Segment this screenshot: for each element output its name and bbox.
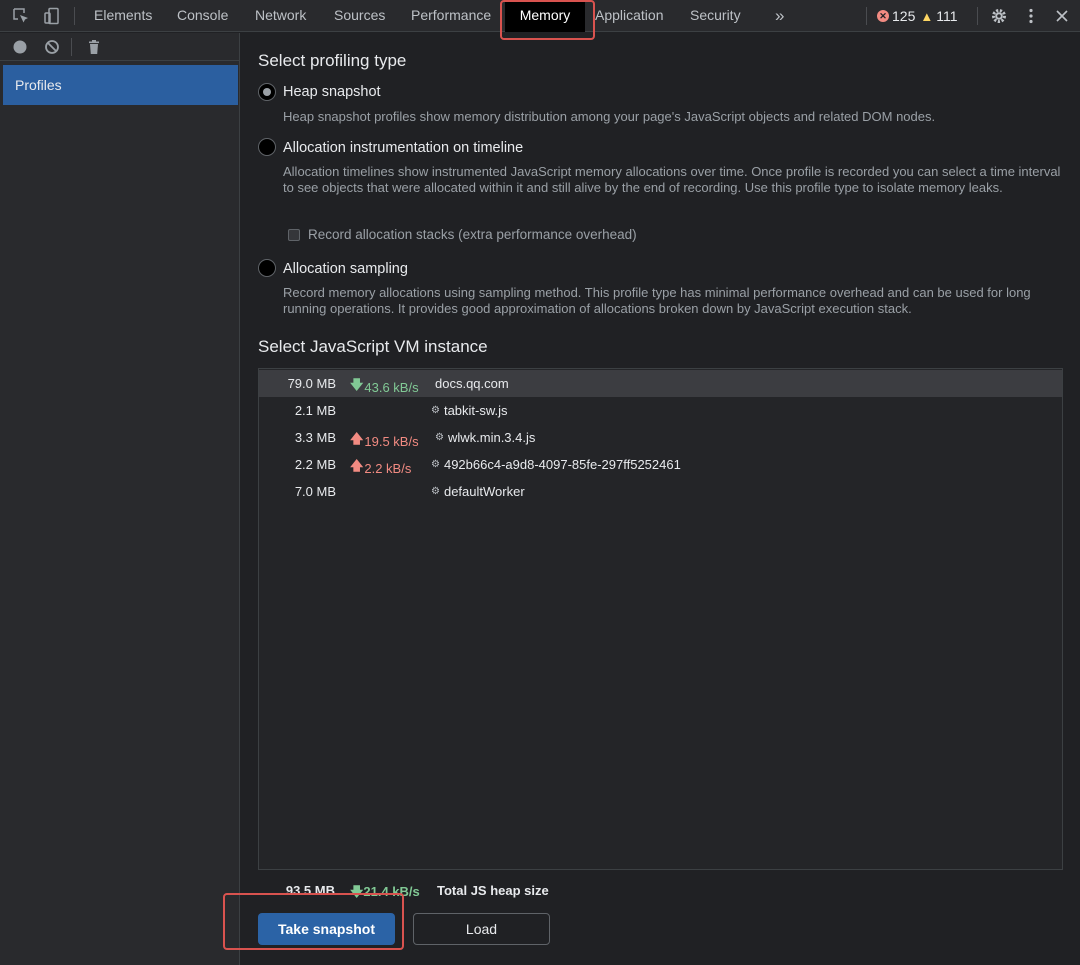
vm-instance-name: docs.qq.com [435, 376, 509, 391]
allocation-timeline-radio[interactable] [258, 138, 276, 156]
vm-instance-name: ⚙ wlwk.min.3.4.js [435, 430, 536, 445]
tab-sources[interactable]: Sources [334, 0, 385, 32]
allocation-sampling-description: Record memory allocations using sampling… [283, 285, 1031, 316]
arrow-up-icon: 🡅 [350, 458, 364, 473]
vm-instance-heading: Select JavaScript VM instance [258, 337, 488, 356]
tab-elements[interactable]: Elements [94, 0, 152, 32]
record-stacks-label[interactable]: Record allocation stacks (extra performa… [308, 227, 637, 242]
total-heap-label: Total JS heap size [437, 883, 549, 898]
inspect-element-icon[interactable] [11, 6, 31, 26]
vm-instance-row[interactable]: 7.0 MB ⚙ defaultWorker [259, 478, 1062, 505]
vm-instance-row[interactable]: 3.3 MB 🡅 19.5 kB/s ⚙ wlwk.min.3.4.js [259, 424, 1062, 451]
profiles-toolbar [0, 33, 239, 61]
vm-instance-name: ⚙ 492b66c4-a9d8-4097-85fe-297ff5252461 [431, 457, 681, 472]
vm-heap-rate: 🡇 43.6 kB/s [350, 376, 419, 398]
memory-tab-highlight [500, 0, 595, 40]
worker-gear-icon: ⚙ [431, 405, 440, 416]
close-icon[interactable] [1052, 6, 1072, 26]
allocation-timeline-description: Allocation timelines show instrumented J… [283, 164, 1061, 195]
worker-gear-icon: ⚙ [431, 459, 440, 470]
device-toolbar-icon[interactable] [42, 6, 62, 26]
heap-snapshot-label[interactable]: Heap snapshot [283, 84, 381, 100]
vm-instance-name: ⚙ defaultWorker [431, 484, 525, 499]
heap-snapshot-radio[interactable] [258, 83, 276, 101]
allocation-sampling-radio[interactable] [258, 259, 276, 277]
allocation-sampling-label[interactable]: Allocation sampling [283, 261, 408, 277]
more-tabs-button[interactable]: » [775, 0, 784, 32]
vm-heap-size: 2.1 MB [294, 403, 336, 418]
trash-icon[interactable] [84, 37, 104, 57]
vm-instance-row[interactable]: 79.0 MB 🡇 43.6 kB/s docs.qq.com [259, 370, 1062, 397]
worker-gear-icon: ⚙ [435, 432, 444, 443]
vm-instance-row[interactable]: 2.2 MB 🡅 2.2 kB/s ⚙ 492b66c4-a9d8-4097-85f… [259, 451, 1062, 478]
issues-counter[interactable]: ✕ 125 ▲ 111 [877, 0, 958, 32]
vm-instance-row[interactable]: 2.1 MB ⚙ tabkit-sw.js [259, 397, 1062, 424]
vm-heap-size: 2.2 MB [294, 457, 336, 472]
clear-icon[interactable] [42, 37, 62, 57]
profiles-sidebar: Profiles [0, 33, 240, 965]
vm-instance-list: 79.0 MB 🡇 43.6 kB/s docs.qq.com 2.1 MB ⚙ t… [258, 368, 1063, 870]
sidebar-item-profiles[interactable]: Profiles [3, 65, 238, 105]
take-snapshot-highlight [223, 893, 404, 950]
worker-gear-icon: ⚙ [431, 486, 440, 497]
tab-application[interactable]: Application [595, 0, 664, 32]
profiling-type-heading: Select profiling type [258, 51, 407, 70]
tab-network[interactable]: Network [255, 0, 306, 32]
error-count: 125 [892, 7, 916, 24]
settings-gear-icon[interactable] [989, 6, 1009, 26]
vm-heap-rate: 🡅 2.2 kB/s [350, 457, 411, 479]
load-button[interactable]: Load [413, 913, 550, 945]
vm-heap-size: 3.3 MB [294, 430, 336, 445]
tab-console[interactable]: Console [177, 0, 228, 32]
record-stacks-checkbox[interactable] [288, 229, 300, 241]
tab-performance[interactable]: Performance [411, 0, 491, 32]
vm-instance-name: ⚙ tabkit-sw.js [431, 403, 508, 418]
tab-security[interactable]: Security [690, 0, 741, 32]
warning-icon: ▲ [920, 8, 934, 24]
vm-heap-rate: 🡅 19.5 kB/s [350, 430, 419, 452]
vm-heap-size: 7.0 MB [294, 484, 336, 499]
vm-heap-size: 79.0 MB [287, 376, 336, 391]
allocation-timeline-label[interactable]: Allocation instrumentation on timeline [283, 140, 523, 156]
heap-snapshot-description: Heap snapshot profiles show memory distr… [283, 109, 936, 124]
arrow-up-icon: 🡅 [350, 431, 364, 446]
error-icon: ✕ [877, 10, 889, 22]
arrow-down-icon: 🡇 [350, 377, 364, 392]
record-icon[interactable] [10, 37, 30, 57]
more-options-icon[interactable] [1021, 6, 1041, 26]
warning-count: 111 [936, 7, 958, 24]
